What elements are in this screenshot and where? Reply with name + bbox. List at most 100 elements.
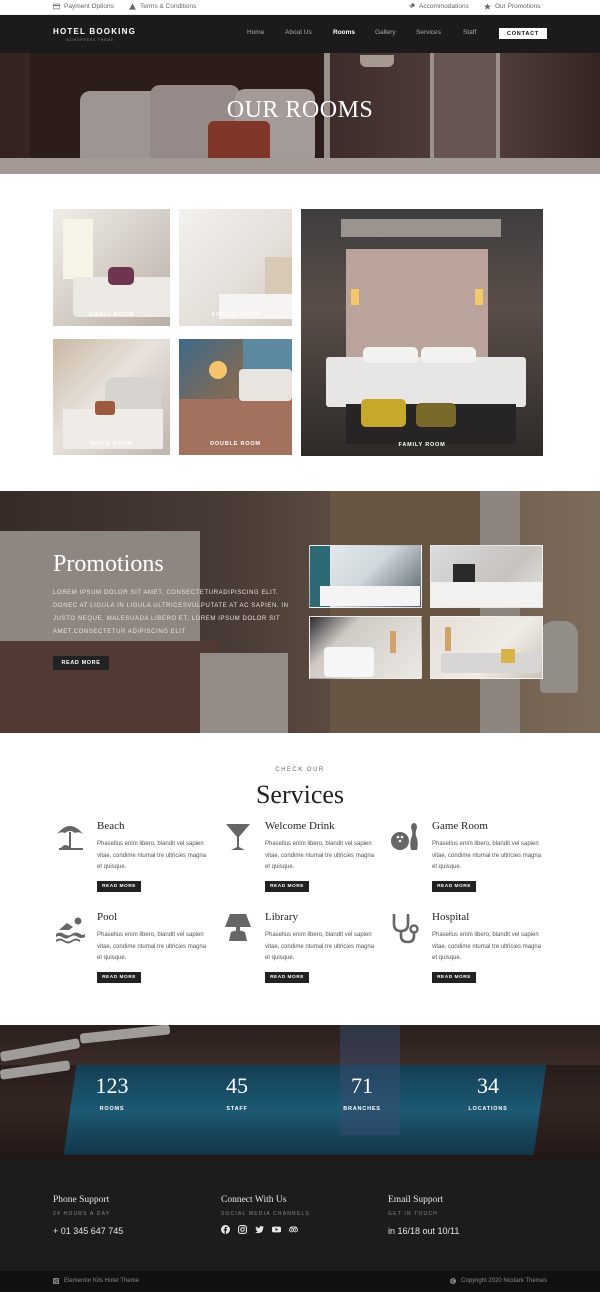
service-name: Welcome Drink xyxy=(265,820,335,832)
copyright-icon xyxy=(450,1278,457,1284)
footer-subheading: GET IN TOUCH xyxy=(388,1211,438,1217)
room-pillow xyxy=(363,347,418,363)
social-icons xyxy=(221,1225,310,1234)
main-navbar: HOTEL BOOKING WORDPRESS THEME Home About… xyxy=(0,15,600,53)
room-card-double[interactable]: DOUBLE ROOM xyxy=(179,339,292,455)
instagram-icon[interactable] xyxy=(238,1225,247,1234)
service-read-more-button[interactable]: READ MORE xyxy=(432,972,476,983)
nav-services[interactable]: Services xyxy=(416,29,441,36)
bowling-icon xyxy=(388,820,422,854)
footer-email-support: Email Support GET IN TOUCH in 16/18 out … xyxy=(388,1195,459,1236)
contact-button[interactable]: CONTACT xyxy=(499,28,547,39)
promo-thumb-lamp xyxy=(445,627,451,651)
service-read-more-button[interactable]: READ MORE xyxy=(265,881,309,892)
stat-value: 123 xyxy=(95,1073,129,1098)
service-name: Game Room xyxy=(432,820,488,832)
promotions-label: Our Promotions xyxy=(495,3,541,10)
room-card-family[interactable]: FAMILY ROOM xyxy=(301,209,543,456)
promotions-text: LOREM IPSUM DOLOR SIT AMET, CONSECTETURA… xyxy=(53,590,289,635)
stat-value: 34 xyxy=(477,1073,499,1098)
cocktail-icon xyxy=(221,820,255,854)
room-pillow xyxy=(108,267,134,285)
stat-value: 45 xyxy=(226,1073,248,1098)
promotions-read-more-button[interactable]: READ MORE xyxy=(53,656,109,670)
footer-subheading: SOCIAL MEDIA CHANNELS xyxy=(221,1211,310,1217)
payment-options-label: Payment Options xyxy=(64,3,114,10)
promo-thumb-1[interactable] xyxy=(309,545,422,608)
room-lamp xyxy=(475,289,483,305)
room-caption: DOUBLE ROOM xyxy=(210,441,261,447)
credit-card-icon xyxy=(53,3,60,10)
room-caption: SINGLE ROOM xyxy=(211,312,260,318)
room-caption: SMALL ROOM xyxy=(88,312,135,318)
nav-home[interactable]: Home xyxy=(247,29,264,36)
stat-label: ROOMS xyxy=(99,1106,125,1112)
footer-phone-number[interactable]: + 01 345 647 745 xyxy=(53,1226,123,1236)
promo-thumb-2[interactable] xyxy=(430,545,543,608)
stat-value: 71 xyxy=(351,1073,373,1098)
nav-rooms[interactable]: Rooms xyxy=(333,29,355,36)
service-description: Phasellus enim libero, blandit vel sapie… xyxy=(97,841,207,870)
footer-heading: Connect With Us xyxy=(221,1195,287,1205)
promo-thumb-3[interactable] xyxy=(309,616,422,679)
room-bed xyxy=(326,357,526,407)
room-caption: FAMILY ROOM xyxy=(398,442,446,448)
payment-options-link[interactable]: Payment Options xyxy=(53,3,114,10)
service-description: Phasellus enim libero, blandit vel sapie… xyxy=(432,932,542,961)
facebook-icon[interactable] xyxy=(221,1225,230,1234)
service-read-more-button[interactable]: READ MORE xyxy=(97,972,141,983)
room-card-small[interactable]: SMALL ROOM xyxy=(53,209,170,326)
footer: Phone Support 24 HOURS A DAY + 01 345 64… xyxy=(0,1161,600,1271)
footer-connect: Connect With Us SOCIAL MEDIA CHANNELS xyxy=(221,1195,310,1234)
terms-link[interactable]: Terms & Conditions xyxy=(129,3,196,10)
accommodations-label: Accommodations xyxy=(419,3,469,10)
room-card-single[interactable]: SINGLE ROOM xyxy=(179,209,292,326)
footer-email-value[interactable]: in 16/18 out 10/11 xyxy=(388,1226,459,1236)
youtube-icon[interactable] xyxy=(272,1225,281,1234)
service-read-more-button[interactable]: READ MORE xyxy=(265,972,309,983)
room-lamp xyxy=(209,361,227,379)
room-caption: SUITE ROOM xyxy=(90,441,133,447)
service-description: Phasellus enim libero, blandit vel sapie… xyxy=(432,841,542,870)
twitter-icon[interactable] xyxy=(255,1225,264,1234)
footer-heading: Email Support xyxy=(388,1195,444,1205)
stats-section: 123 ROOMS 45 STAFF 71 BRANCHES 34 LOCATI… xyxy=(0,1025,600,1161)
bottom-bar-theme-label[interactable]: Elementor Kits Hotel Theme xyxy=(64,1278,139,1284)
tripadvisor-icon[interactable] xyxy=(289,1225,298,1234)
promotions-link[interactable]: Our Promotions xyxy=(484,3,541,10)
promo-thumb-lamp xyxy=(390,631,396,653)
promo-thumb-4[interactable] xyxy=(430,616,543,679)
service-name: Library xyxy=(265,911,298,923)
service-name: Beach xyxy=(97,820,125,832)
hero-banner: OUR ROOMS xyxy=(0,53,600,174)
accommodations-link[interactable]: Accommodations xyxy=(408,3,469,10)
nav-staff[interactable]: Staff xyxy=(463,29,476,36)
service-name: Hospital xyxy=(432,911,470,923)
stethoscope-icon xyxy=(388,911,422,945)
promotions-section: Promotions LOREM IPSUM DOLOR SIT AMET, C… xyxy=(0,491,600,733)
promo-thumb-sofa xyxy=(441,653,541,673)
room-card-suite[interactable]: SUITE ROOM xyxy=(53,339,170,455)
bottom-bar: Elementor Kits Hotel Theme Copyright 202… xyxy=(0,1271,600,1292)
service-read-more-button[interactable]: READ MORE xyxy=(97,881,141,892)
services-kicker: CHECK OUR xyxy=(275,767,325,773)
room-headboard xyxy=(243,339,292,371)
footer-heading: Phone Support xyxy=(53,1195,110,1205)
nav-gallery[interactable]: Gallery xyxy=(375,29,396,36)
room-pillow xyxy=(239,369,292,401)
bottom-bar-left: Elementor Kits Hotel Theme xyxy=(53,1278,139,1284)
service-read-more-button[interactable]: READ MORE xyxy=(432,881,476,892)
room-pillow xyxy=(421,347,476,363)
elementor-icon xyxy=(53,1278,59,1284)
promo-thumb-cushion xyxy=(501,649,515,663)
brand-logo[interactable]: HOTEL BOOKING xyxy=(53,27,136,36)
service-description: Phasellus enim libero, blandit vel sapie… xyxy=(265,841,375,870)
key-icon xyxy=(408,3,415,9)
room-window xyxy=(63,219,93,279)
service-description: Phasellus enim libero, blandit vel sapie… xyxy=(265,932,375,961)
room-lamp xyxy=(351,289,359,305)
nav-about-us[interactable]: About Us xyxy=(285,29,312,36)
desk-lamp-icon xyxy=(221,911,255,945)
room-ceiling xyxy=(341,219,501,237)
stat-label: STAFF xyxy=(226,1106,248,1112)
